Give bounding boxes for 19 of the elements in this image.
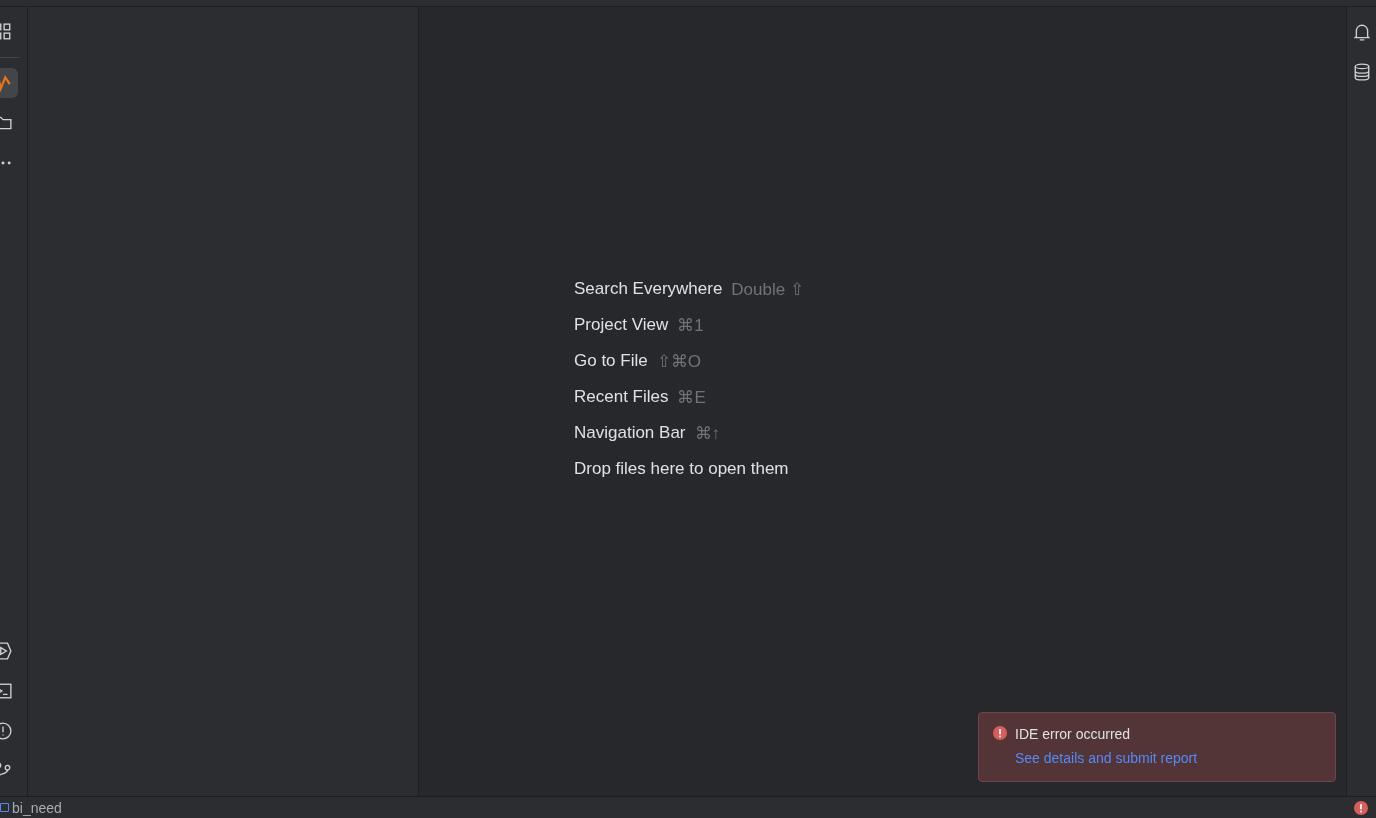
shortcut-label: ⇧⌘O (656, 350, 701, 372)
error-icon (993, 726, 1007, 740)
notification-title: IDE error occurred (1015, 726, 1132, 744)
database-icon (1352, 63, 1371, 81)
shortcut-label: Double ⇧ (731, 278, 804, 300)
shortcut-label: ⌘↑ (694, 422, 720, 444)
hint-label: Recent Files (574, 387, 669, 407)
hint-label: Project View (574, 315, 669, 335)
error-icon (1354, 800, 1368, 815)
bell-icon (1352, 23, 1371, 41)
project-icon (0, 803, 9, 812)
hint-label: Drop files here to open them (574, 459, 789, 479)
hint-label: Navigation Bar (574, 423, 686, 443)
hint-label: Search Everywhere (574, 279, 723, 299)
shortcut-label: ⌘1 (677, 314, 704, 336)
shortcut-label: ⌘E (677, 386, 706, 408)
submit-report-link[interactable]: See details and submit report (1015, 750, 1321, 768)
hint-label: Go to File (574, 351, 648, 371)
project-name[interactable]: bi_need (12, 799, 62, 816)
